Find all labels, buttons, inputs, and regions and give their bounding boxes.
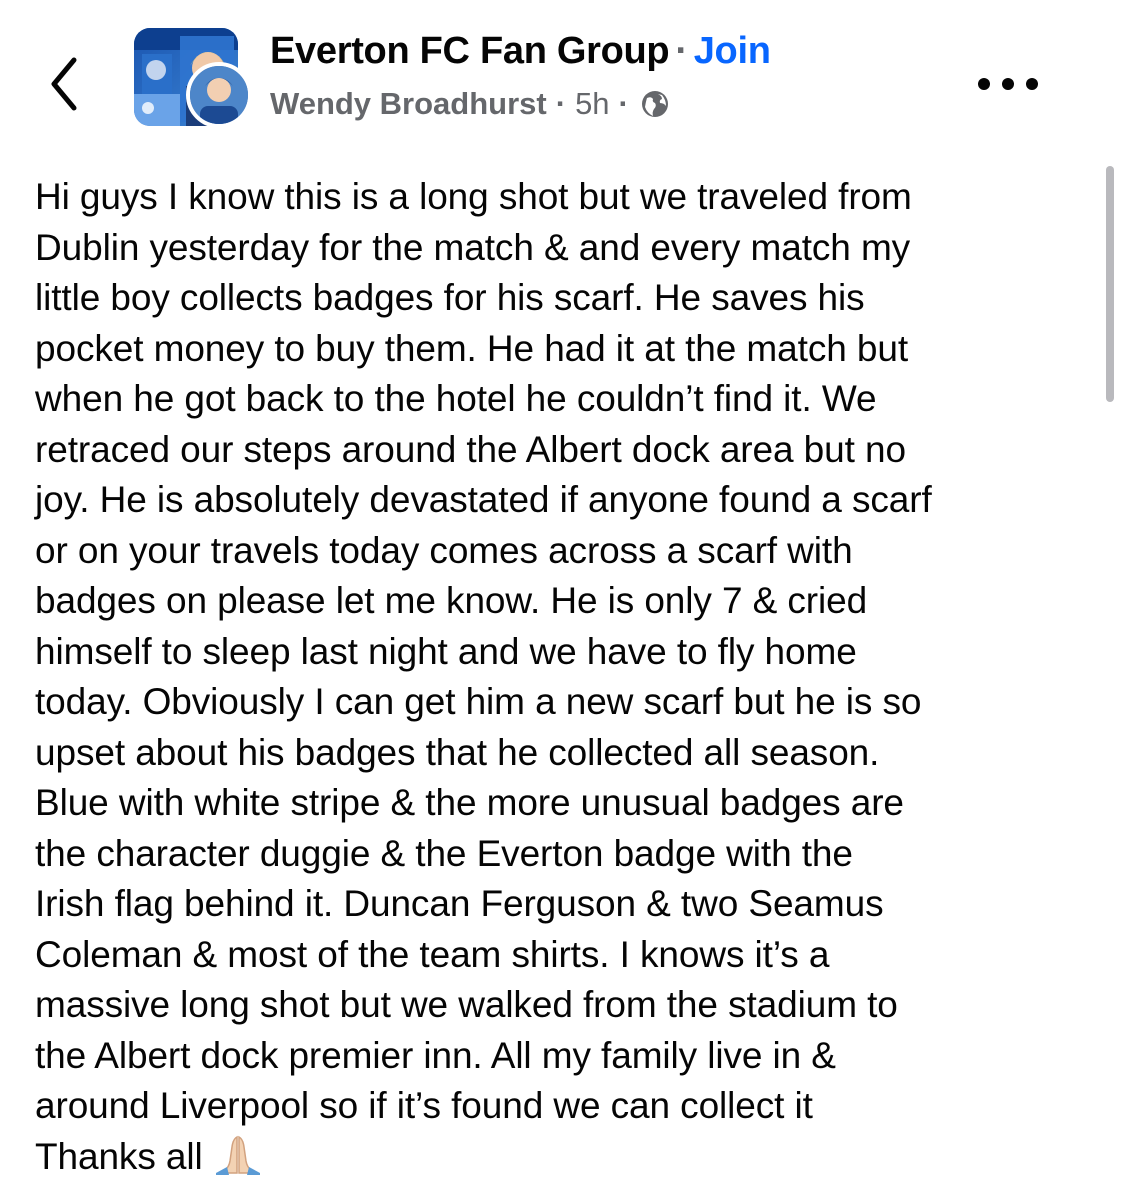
author-photo [190,66,248,124]
post-timestamp[interactable]: 5h [575,86,609,122]
group-name-link[interactable]: Everton FC Fan Group [270,30,670,72]
post-text: Hi guys I know this is a long shot but w… [35,176,932,1177]
author-avatar[interactable] [186,62,252,128]
globe-icon [641,91,668,117]
meta-separator: · [618,86,629,121]
avatar-group[interactable] [134,28,252,132]
post-meta: Wendy Broadhurst · 5h · [270,84,670,124]
meta-separator: · [555,86,567,121]
folded-hands-icon [215,1135,260,1175]
scrollbar[interactable] [1106,166,1114,402]
join-button[interactable]: Join [694,30,771,72]
post-body: Hi guys I know this is a long shot but w… [35,172,1095,1182]
post-header: Everton FC Fan Group · Join Wendy Broadhur… [0,0,1124,150]
title-separator: · [675,30,688,72]
more-options-button[interactable] [972,64,1044,104]
chevron-left-icon [51,57,77,111]
back-button[interactable] [44,52,88,116]
post-title-line: Everton FC Fan Group · Join [270,30,771,80]
more-horizontal-icon [978,78,1038,90]
author-name-link[interactable]: Wendy Broadhurst [270,86,547,122]
